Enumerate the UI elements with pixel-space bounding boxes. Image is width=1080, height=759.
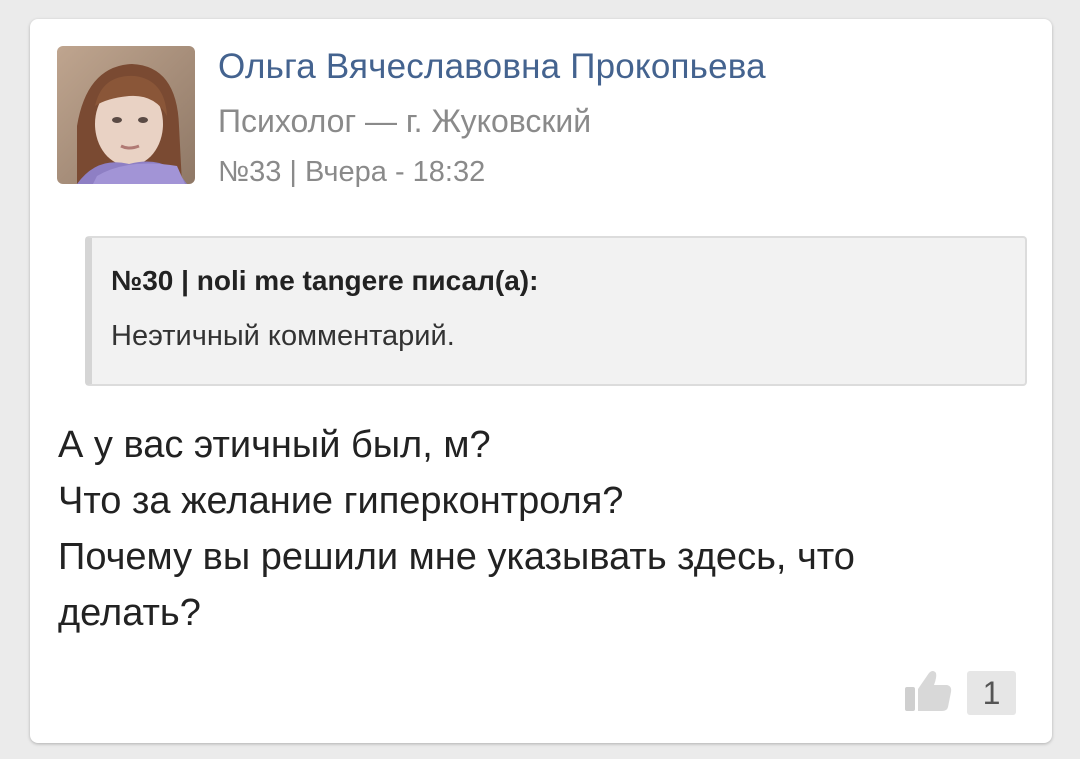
quote-header: №30 | noli me tangere писал(а): [111, 265, 539, 296]
post-meta: №33 | Вчера - 18:32 [218, 156, 486, 188]
author-name-link[interactable]: Ольга Вячеславовна Прокопьева [218, 47, 766, 87]
comment-line: Почему вы решили мне указывать здесь, чт… [58, 536, 855, 578]
comment-card: Ольга Вячеславовна Прокопьева Психолог —… [30, 19, 1052, 743]
comment-line: делать? [58, 592, 201, 634]
avatar[interactable] [57, 46, 195, 184]
quote-text: Неэтичный комментарий. [111, 320, 455, 352]
comment-body: А у вас этичный был, м? Что за желание г… [58, 417, 1018, 641]
author-role: Психолог — г. Жуковский [218, 103, 592, 139]
quote-block: №30 | noli me tangere писал(а): Неэтичны… [85, 236, 1027, 386]
avatar-photo [57, 46, 195, 184]
thumbs-up-icon[interactable] [903, 669, 953, 713]
like-count: 1 [967, 671, 1016, 715]
comment-line: А у вас этичный был, м? [58, 424, 491, 466]
comment-line: Что за желание гиперконтроля? [58, 480, 624, 522]
